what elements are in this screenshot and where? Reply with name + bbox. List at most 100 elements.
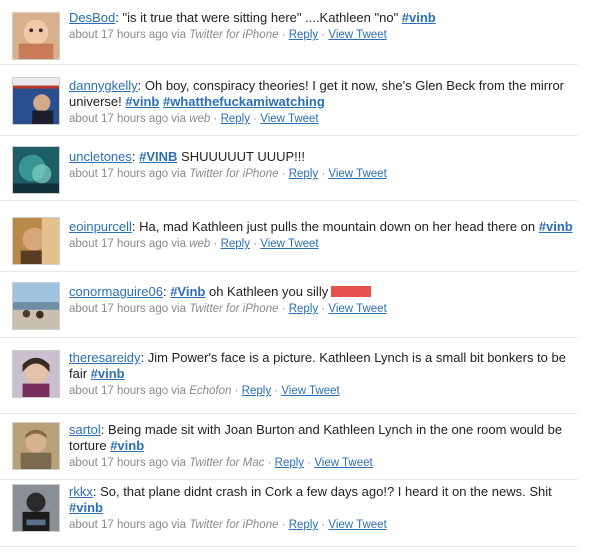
reply-link[interactable]: Reply: [221, 238, 250, 250]
username-link[interactable]: uncletones: [69, 149, 132, 164]
user-avatar[interactable]: [12, 484, 60, 532]
view-tweet-link[interactable]: View Tweet: [260, 113, 318, 125]
hashtag-link[interactable]: #vinb: [539, 219, 573, 234]
timestamp: about 17 hours ago via: [69, 238, 187, 250]
username-link[interactable]: dannygkelly: [69, 78, 138, 93]
tweet-text: dannygkelly: Oh boy, conspiracy theories…: [69, 78, 574, 110]
reply-link[interactable]: Reply: [289, 168, 318, 180]
username-link[interactable]: sartol: [69, 422, 101, 437]
user-avatar[interactable]: [12, 77, 60, 125]
separator: ·: [274, 385, 279, 397]
tweet-body: oh Kathleen you silly: [205, 284, 329, 299]
timestamp: about 17 hours ago via: [69, 385, 187, 397]
tweet-timeline: DesBod: "is it true that were sitting he…: [0, 0, 604, 555]
via-client: web: [189, 113, 211, 125]
tweet-body: : So, that plane didnt crash in Cork a f…: [92, 484, 552, 499]
tweet-meta: about 17 hours ago via Echofon · Reply ·…: [69, 383, 574, 399]
separator: ·: [281, 29, 286, 41]
via-client: Twitter for iPhone: [189, 519, 279, 531]
tweet-item: DesBod: "is it true that were sitting he…: [0, 0, 578, 65]
username-link[interactable]: rkkx: [69, 484, 93, 499]
view-tweet-link[interactable]: View Tweet: [328, 519, 386, 531]
tweet-item: theresareidy: Jim Power's face is a pict…: [0, 338, 578, 414]
reply-link[interactable]: Reply: [242, 385, 271, 397]
hashtag-link[interactable]: #vinb: [110, 438, 144, 453]
tweet-meta: about 17 hours ago via web · Reply · Vie…: [69, 111, 574, 127]
reply-link[interactable]: Reply: [289, 303, 318, 315]
user-avatar[interactable]: [12, 146, 60, 194]
tweet-text: theresareidy: Jim Power's face is a pict…: [69, 350, 574, 382]
timestamp: about 17 hours ago via: [69, 29, 187, 41]
user-avatar[interactable]: [12, 282, 60, 330]
tweet-body: : Jim Power's face is a picture. Kathlee…: [69, 350, 566, 381]
hashtag-link[interactable]: #vinb: [69, 500, 103, 515]
separator: ·: [321, 519, 326, 531]
view-tweet-link[interactable]: View Tweet: [328, 168, 386, 180]
tweet-body: : Ha, mad Kathleen just pulls the mounta…: [131, 219, 539, 234]
reply-link[interactable]: Reply: [289, 519, 318, 531]
redaction-block: [331, 286, 372, 297]
view-tweet-link[interactable]: View Tweet: [328, 303, 386, 315]
user-avatar[interactable]: [12, 12, 60, 60]
separator: ·: [281, 303, 286, 315]
user-avatar[interactable]: [12, 217, 60, 265]
view-tweet-link[interactable]: View Tweet: [260, 238, 318, 250]
tweet-meta: about 17 hours ago via web · Reply · Vie…: [69, 236, 574, 252]
tweet-meta: about 17 hours ago via Twitter for iPhon…: [69, 517, 574, 533]
tweet-text: uncletones: #VINB SHUUUUUT UUUP!!!: [69, 149, 574, 165]
separator: ·: [253, 113, 258, 125]
via-client: Twitter for iPhone: [189, 303, 279, 315]
separator: ·: [321, 168, 326, 180]
separator: ·: [281, 519, 286, 531]
tweet-text: DesBod: "is it true that were sitting he…: [69, 10, 574, 26]
tweet-meta: about 17 hours ago via Twitter for iPhon…: [69, 301, 574, 317]
via-client: Echofon: [189, 385, 232, 397]
username-link[interactable]: DesBod: [69, 10, 115, 25]
reply-link[interactable]: Reply: [275, 457, 304, 469]
hashtag-link[interactable]: #vinb: [125, 94, 159, 109]
via-client: web: [189, 238, 211, 250]
username-link[interactable]: conormaguire06: [69, 284, 163, 299]
timestamp: about 17 hours ago via: [69, 303, 187, 315]
view-tweet-link[interactable]: View Tweet: [314, 457, 372, 469]
hashtag-link[interactable]: #Vinb: [170, 284, 205, 299]
user-avatar[interactable]: [12, 350, 60, 398]
tweet-meta: about 17 hours ago via Twitter for iPhon…: [69, 166, 574, 182]
via-client: Twitter for iPhone: [189, 168, 279, 180]
hashtag-link[interactable]: #VINB: [139, 149, 177, 164]
tweet-body: SHUUUUUT UUUP!!!: [177, 149, 306, 164]
hashtag-link[interactable]: #vinb: [91, 366, 125, 381]
view-tweet-link[interactable]: View Tweet: [281, 385, 339, 397]
tweet-body: : "is it true that were sitting here" ..…: [115, 10, 402, 25]
view-tweet-link[interactable]: View Tweet: [328, 29, 386, 41]
tweet-item: uncletones: #VINB SHUUUUUT UUUP!!! about…: [0, 136, 578, 201]
timestamp: about 17 hours ago via: [69, 113, 187, 125]
tweet-item: rkkx: So, that plane didnt crash in Cork…: [0, 480, 578, 547]
separator: ·: [281, 168, 286, 180]
reply-link[interactable]: Reply: [289, 29, 318, 41]
tweet-item: dannygkelly: Oh boy, conspiracy theories…: [0, 65, 578, 136]
hashtag-link[interactable]: #whatthefuckamiwatching: [163, 94, 325, 109]
username-link[interactable]: eoinpurcell: [69, 219, 132, 234]
tweet-meta: about 17 hours ago via Twitter for Mac ·…: [69, 455, 574, 471]
separator: ·: [321, 29, 326, 41]
username-link[interactable]: theresareidy: [69, 350, 141, 365]
timestamp: about 17 hours ago via: [69, 519, 187, 531]
tweet-text: rkkx: So, that plane didnt crash in Cork…: [69, 484, 574, 516]
reply-link[interactable]: Reply: [221, 113, 250, 125]
user-avatar[interactable]: [12, 422, 60, 470]
separator: ·: [253, 238, 258, 250]
via-client: Twitter for Mac: [189, 457, 265, 469]
separator: ·: [307, 457, 312, 469]
timestamp: about 17 hours ago via: [69, 168, 187, 180]
separator: ·: [213, 238, 218, 250]
separator: ·: [321, 303, 326, 315]
separator: ·: [213, 113, 218, 125]
tweet-text: eoinpurcell: Ha, mad Kathleen just pulls…: [69, 219, 574, 235]
via-client: Twitter for iPhone: [189, 29, 279, 41]
hashtag-link[interactable]: #vinb: [402, 10, 436, 25]
tweet-item: sartol: Being made sit with Joan Burton …: [0, 414, 578, 480]
separator: ·: [234, 385, 239, 397]
tweet-item: eoinpurcell: Ha, mad Kathleen just pulls…: [0, 201, 578, 272]
tweet-item: conormaguire06: #Vinb oh Kathleen you si…: [0, 272, 578, 338]
